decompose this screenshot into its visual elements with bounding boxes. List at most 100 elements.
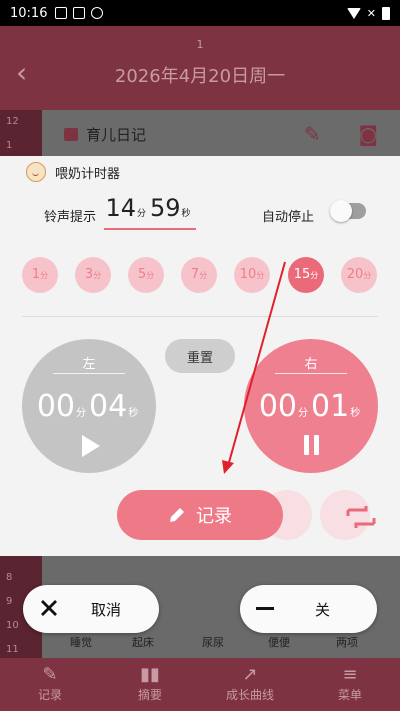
bell-seconds-unit: 秒 <box>181 209 191 219</box>
preset-chip-5min[interactable]: 5分 <box>128 257 164 293</box>
record-button[interactable]: 记录 <box>117 490 283 540</box>
nav-tab-menu[interactable]: ≡ 菜单 <box>300 658 400 711</box>
bell-label: 铃声提示 <box>44 210 97 225</box>
bell-time-input[interactable]: 14 分 59 秒 <box>104 194 196 230</box>
chip-number: 15 <box>293 267 311 282</box>
bell-seconds: 59 <box>150 194 181 222</box>
bell-minutes-unit: 分 <box>136 209 146 219</box>
auto-stop-toggle[interactable] <box>330 200 366 222</box>
preset-chip-20min[interactable]: 20 分 <box>341 257 377 293</box>
dialog-title-text: 喂奶计时器 <box>55 166 121 182</box>
header-date[interactable]: 2026年4月20日周一 <box>0 62 400 88</box>
left-minutes-unit: 分 <box>76 408 86 419</box>
status-time: 10:16 <box>10 5 48 21</box>
app-notification-icon <box>73 7 86 19</box>
chip-unit: 分 <box>199 271 208 280</box>
header-number: 1 <box>196 38 204 51</box>
battery-icon <box>382 6 390 20</box>
category-sleep[interactable]: 睡觉 <box>70 634 92 650</box>
minus-icon <box>256 607 274 610</box>
chip-number: 7 <box>190 267 200 282</box>
toggle-knob <box>330 200 352 222</box>
feeding-timer-dialog: 喂奶计时器 铃声提示 14 分 59 秒 自动停止 1 分 3 分 5 分 7 分 10 分 15 分… <box>0 156 400 556</box>
close-label: 关 <box>315 600 331 619</box>
chip-unit: 分 <box>363 271 372 280</box>
left-seconds-unit: 秒 <box>128 408 139 419</box>
category-pee[interactable]: 尿尿 <box>202 634 224 650</box>
pencil-icon: ✎ <box>42 664 58 685</box>
nav-tab-growth[interactable]: ↗ 成长曲线 <box>200 658 300 711</box>
right-seconds-unit: 秒 <box>350 408 361 419</box>
reset-button[interactable]: 重置 <box>165 339 235 373</box>
preset-chip-7min[interactable]: 7分 <box>181 257 217 293</box>
preset-chip-1min[interactable]: 1分 <box>22 257 58 293</box>
nav-tab-label: 摘要 <box>137 688 162 702</box>
right-timer-readout: 00 分 01 秒 <box>244 389 378 424</box>
book-icon <box>64 127 78 141</box>
trend-icon: ↗ <box>242 664 258 685</box>
circle-divider <box>53 373 125 374</box>
chip-number: 1 <box>31 267 41 282</box>
app-header: ‹ 1 2026年4月20日周一 <box>0 26 400 110</box>
left-seconds: 04 <box>89 389 128 424</box>
nav-tab-summary[interactable]: ▮▮ 摘要 <box>100 658 200 711</box>
preset-chip-3min[interactable]: 3分 <box>75 257 111 293</box>
diary-title: 育儿日记 <box>86 125 147 144</box>
nav-tab-label: 菜单 <box>337 688 362 702</box>
status-bar: 10:16 ✕ <box>0 0 400 26</box>
diary-bar: 育儿日记 ✎ ◙ <box>42 110 400 158</box>
nav-tab-label: 记录 <box>37 688 62 702</box>
record-label: 记录 <box>196 506 232 527</box>
pencil-icon <box>170 508 184 522</box>
photo-notification-icon <box>55 7 68 19</box>
circle-divider <box>275 373 347 374</box>
menu-icon: ≡ <box>342 664 358 685</box>
bell-minutes: 14 <box>105 194 136 222</box>
shield-notification-icon <box>91 7 104 19</box>
chip-number: 5 <box>137 267 147 282</box>
chip-unit: 分 <box>256 271 265 280</box>
pause-icon <box>303 435 319 455</box>
close-x-icon <box>41 600 57 616</box>
left-timer-readout: 00 分 04 秒 <box>22 389 156 424</box>
chip-unit: 分 <box>146 271 155 280</box>
preset-chip-10min[interactable]: 10 分 <box>234 257 270 293</box>
swap-sides-icon[interactable] <box>344 504 378 530</box>
preset-chips: 1 分 3 分 5 分 7 分 10 分 15 分 20 分 <box>22 257 380 295</box>
edit-pencil-icon[interactable]: ✎ <box>304 122 321 146</box>
play-icon <box>82 435 100 457</box>
category-both[interactable]: 两项 <box>336 634 358 650</box>
left-timer-button[interactable]: 左 00 分 04 秒 <box>22 339 156 473</box>
close-button[interactable]: 关 <box>240 585 377 633</box>
nav-tab-record[interactable]: ✎ 记录 <box>0 658 100 711</box>
hour-label: 12 <box>6 116 19 127</box>
right-seconds: 01 <box>311 389 350 424</box>
divider <box>22 316 378 317</box>
bar-chart-icon: ▮▮ <box>140 664 160 685</box>
cancel-button[interactable]: 取消 <box>23 585 159 633</box>
auto-stop-label: 自动停止 <box>262 210 315 225</box>
dialog-title: 喂奶计时器 <box>26 162 120 182</box>
right-minutes: 00 <box>258 389 297 424</box>
category-wake[interactable]: 起床 <box>132 634 154 650</box>
bottom-nav: ✎ 记录 ▮▮ 摘要 ↗ 成长曲线 ≡ 菜单 <box>0 658 400 711</box>
chip-number: 10 <box>239 267 257 282</box>
hour-label: 1 <box>6 140 13 151</box>
chip-unit: 分 <box>40 271 49 280</box>
left-minutes: 00 <box>36 389 75 424</box>
right-side-label: 右 <box>304 357 318 372</box>
category-poop[interactable]: 便便 <box>268 634 290 650</box>
chip-number: 20 <box>346 267 364 282</box>
cancel-label: 取消 <box>91 600 122 619</box>
wifi-icon <box>346 7 361 19</box>
right-minutes-unit: 分 <box>298 408 308 419</box>
left-side-label: 左 <box>82 357 96 372</box>
nav-tab-label: 成长曲线 <box>225 688 274 702</box>
preset-chip-15min[interactable]: 15 分 <box>288 257 324 293</box>
signal-x-icon: ✕ <box>366 6 376 20</box>
right-timer-button[interactable]: 右 00 分 01 秒 <box>244 339 378 473</box>
baby-face-icon <box>26 162 46 182</box>
chip-number: 3 <box>84 267 94 282</box>
chip-unit: 分 <box>310 271 319 280</box>
camera-icon[interactable]: ◙ <box>359 122 378 146</box>
